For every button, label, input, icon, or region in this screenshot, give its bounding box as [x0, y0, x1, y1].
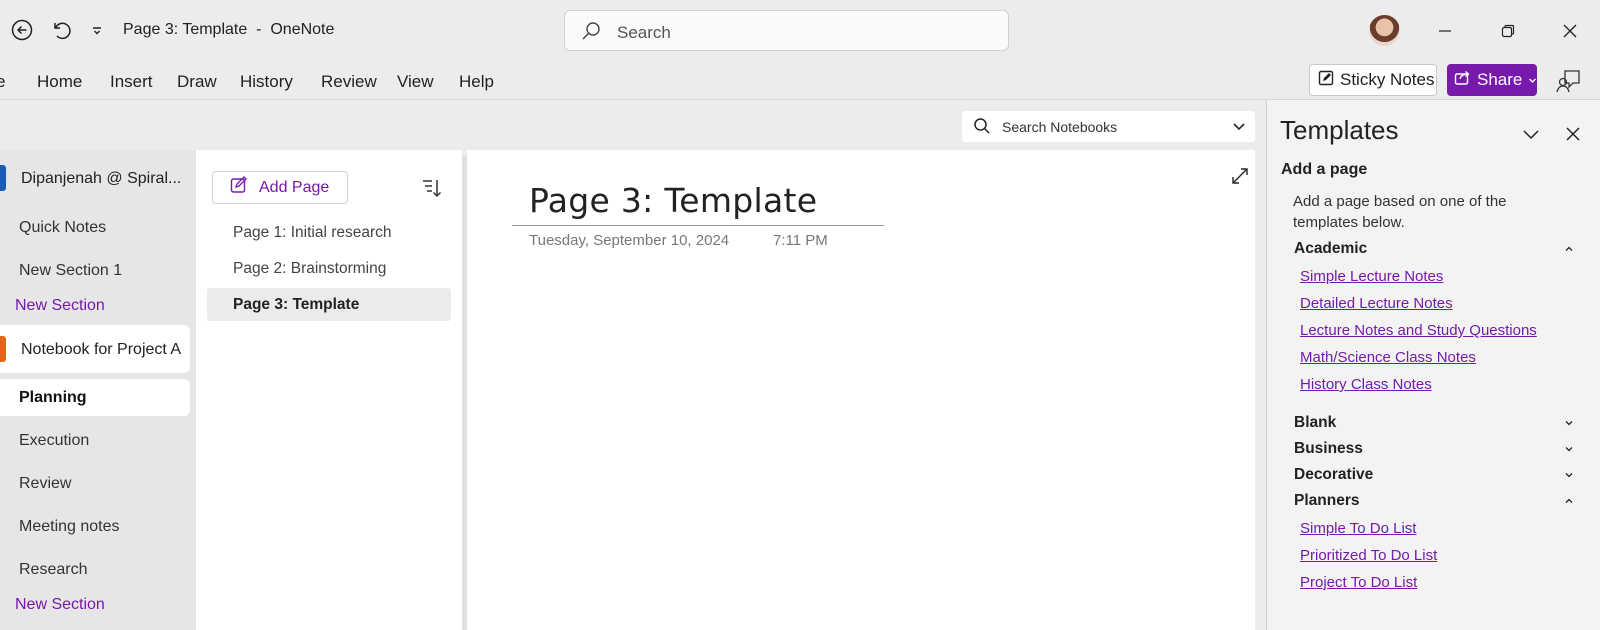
- section-label-planning: Planning: [19, 389, 87, 406]
- section-item-research[interactable]: Research: [19, 561, 87, 579]
- search-notebooks-input[interactable]: Search Notebooks: [962, 111, 1255, 142]
- tab-review[interactable]: Review: [321, 72, 377, 92]
- template-link-detailed-lecture-notes[interactable]: Detailed Lecture Notes: [1300, 295, 1453, 312]
- tab-history[interactable]: History: [240, 72, 293, 92]
- template-link-history-class-notes[interactable]: History Class Notes: [1300, 376, 1432, 393]
- section-item-new-section-1[interactable]: New Section 1: [19, 262, 122, 280]
- new-section-link[interactable]: New Section: [15, 596, 105, 614]
- notebook-label: Notebook for Project A: [21, 341, 182, 358]
- templates-description: Add a page based on one of the templates…: [1293, 193, 1507, 231]
- category-blank[interactable]: Blank: [1294, 414, 1336, 432]
- add-page-button[interactable]: Add Page: [212, 171, 348, 204]
- tab-draw[interactable]: Draw: [177, 72, 217, 92]
- avatar[interactable]: [1369, 15, 1400, 46]
- notebook-color-bar: [0, 336, 6, 362]
- category-decorative[interactable]: Decorative: [1294, 466, 1373, 484]
- back-icon[interactable]: [8, 16, 36, 44]
- page-item-initial-research[interactable]: Page 1: Initial research: [233, 224, 392, 242]
- page-time: 7:11 PM: [773, 232, 828, 249]
- tab-home[interactable]: Home: [37, 72, 82, 92]
- chevron-down-icon[interactable]: [1563, 469, 1575, 481]
- sort-icon[interactable]: [419, 175, 445, 201]
- search-input[interactable]: Search: [564, 10, 1009, 51]
- chevron-down-icon[interactable]: [1231, 118, 1247, 139]
- sticky-note-icon: [1318, 70, 1334, 91]
- expand-icon[interactable]: [1229, 165, 1251, 187]
- tab-file-partial[interactable]: e: [0, 72, 5, 92]
- page-date: Tuesday, September 10, 2024: [529, 232, 730, 249]
- category-business[interactable]: Business: [1294, 440, 1363, 458]
- chevron-down-icon: [1528, 70, 1537, 90]
- search-icon: [581, 21, 601, 46]
- page-item-brainstorming[interactable]: Page 2: Brainstorming: [233, 260, 386, 278]
- tab-view[interactable]: View: [397, 72, 434, 92]
- title-bar: Page 3: Template - OneNote Search: [0, 0, 1600, 62]
- quick-access-dropdown-icon[interactable]: [83, 16, 111, 44]
- template-link-project-to-do-list[interactable]: Project To Do List: [1300, 574, 1417, 591]
- chevron-up-icon[interactable]: [1563, 243, 1575, 255]
- close-icon[interactable]: [1557, 18, 1583, 44]
- tab-insert[interactable]: Insert: [110, 72, 153, 92]
- template-link-math-science-class-notes[interactable]: Math/Science Class Notes: [1300, 349, 1476, 366]
- template-link-lecture-notes-study-questions[interactable]: Lecture Notes and Study Questions: [1300, 322, 1537, 339]
- share-button[interactable]: Share: [1447, 64, 1537, 96]
- section-item-quick-notes[interactable]: Quick Notes: [19, 219, 106, 237]
- add-page-icon: [230, 176, 248, 199]
- category-planners[interactable]: Planners: [1294, 492, 1359, 510]
- search-placeholder: Search: [617, 23, 671, 42]
- template-link-prioritized-to-do-list[interactable]: Prioritized To Do List: [1300, 547, 1437, 564]
- note-canvas[interactable]: [467, 150, 1255, 630]
- chevron-up-icon[interactable]: [1563, 495, 1575, 507]
- feedback-icon[interactable]: [1554, 66, 1584, 96]
- new-section-link[interactable]: New Section: [15, 297, 105, 315]
- restore-icon[interactable]: [1495, 18, 1521, 44]
- undo-icon[interactable]: [46, 16, 74, 44]
- section-item-meeting-notes[interactable]: Meeting notes: [19, 518, 120, 536]
- add-page-label: Add Page: [259, 178, 330, 196]
- tab-help[interactable]: Help: [459, 72, 494, 92]
- section-item-execution[interactable]: Execution: [19, 432, 89, 450]
- minimize-icon[interactable]: [1432, 18, 1458, 44]
- templates-title: Templates: [1280, 115, 1399, 145]
- notebook-color-bar: [0, 165, 6, 191]
- chevron-down-icon[interactable]: [1563, 443, 1575, 455]
- search-icon: [973, 117, 991, 140]
- category-academic[interactable]: Academic: [1294, 240, 1367, 258]
- template-link-simple-to-do-list[interactable]: Simple To Do List: [1300, 520, 1416, 537]
- ribbon: e Home Insert Draw History Review View H…: [0, 62, 1600, 100]
- notebook-item-dipanjenah[interactable]: Dipanjenah @ Spiral...: [21, 170, 181, 188]
- sticky-notes-label: Sticky Notes: [1340, 70, 1435, 89]
- section-item-review[interactable]: Review: [19, 475, 71, 493]
- title-underline: [512, 225, 884, 226]
- page-list: [196, 150, 462, 630]
- window-title: Page 3: Template - OneNote: [123, 21, 335, 38]
- page-title[interactable]: Page 3: Template: [529, 181, 817, 220]
- chevron-down-icon[interactable]: [1563, 417, 1575, 429]
- share-label: Share: [1477, 70, 1523, 89]
- page-label-template: Page 3: Template: [233, 296, 360, 313]
- sticky-notes-button[interactable]: Sticky Notes: [1309, 64, 1437, 96]
- templates-subtitle: Add a page: [1281, 161, 1368, 178]
- share-icon: [1454, 69, 1471, 91]
- collapse-pane-icon[interactable]: [1519, 122, 1543, 146]
- template-link-simple-lecture-notes[interactable]: Simple Lecture Notes: [1300, 268, 1443, 285]
- search-notebooks-placeholder: Search Notebooks: [1002, 119, 1118, 135]
- close-pane-icon[interactable]: [1561, 122, 1585, 146]
